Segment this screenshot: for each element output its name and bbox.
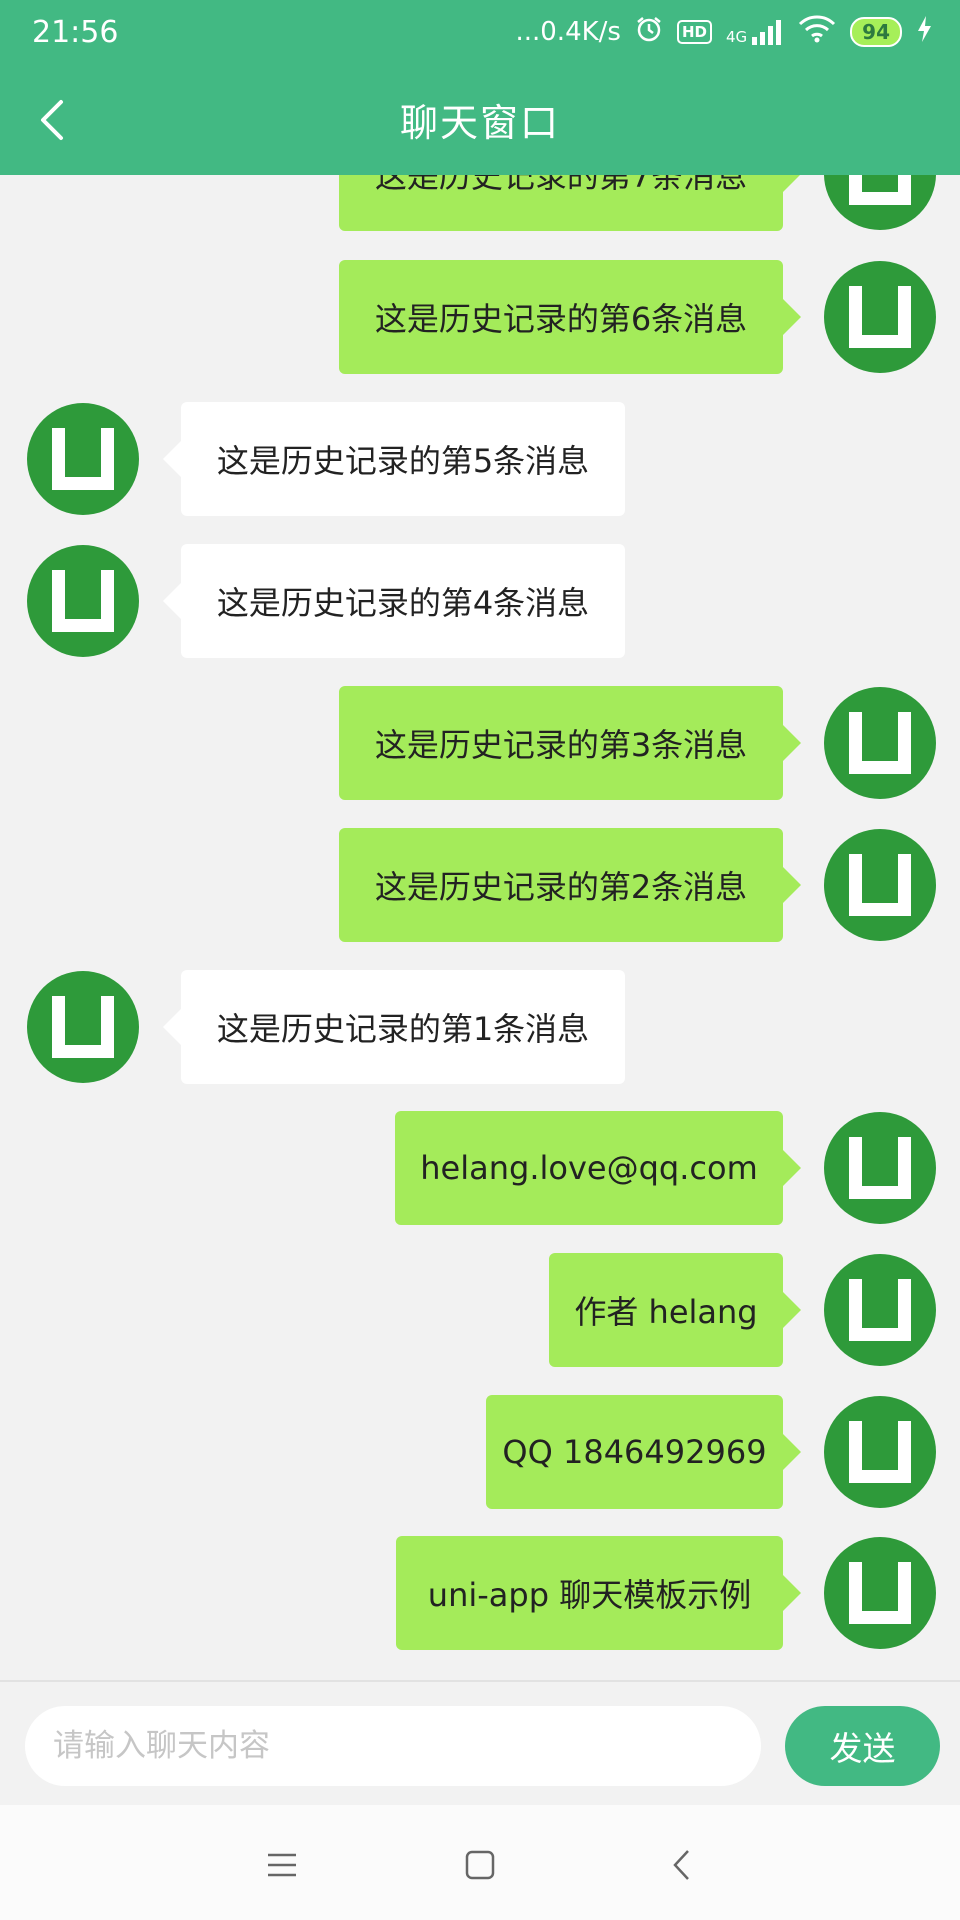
message-bubble[interactable]: 这是历史记录的第1条消息	[163, 970, 625, 1084]
back-nav-icon[interactable]	[652, 1835, 712, 1895]
message-text: 这是历史记录的第4条消息	[216, 584, 590, 622]
message-bubble[interactable]: 这是历史记录的第4条消息	[163, 544, 625, 658]
message-bubble[interactable]: 这是历史记录的第3条消息	[339, 686, 801, 800]
message-text: 这是历史记录的第1条消息	[216, 1010, 590, 1048]
message-list[interactable]: 这是历史记录的第7条消息 这是历史记录的第6条消息 这是历史记录的第5条消息 这…	[0, 175, 960, 1680]
status-bar: 21:56 ...0.4K/s HD 4G 94	[0, 0, 960, 64]
message-input[interactable]	[25, 1706, 761, 1786]
message-row: uni-app 聊天模板示例	[0, 1536, 960, 1650]
battery-indicator: 94	[850, 17, 902, 47]
message-text: 作者 helang	[574, 1293, 758, 1331]
uni-logo-icon	[52, 996, 114, 1058]
input-bar: 发送	[0, 1680, 960, 1805]
signal-label: 4G	[725, 28, 748, 46]
title-bar: 聊天窗口	[0, 64, 960, 175]
uni-logo-icon	[849, 712, 911, 774]
system-nav-bar	[0, 1805, 960, 1920]
message-bubble[interactable]: 这是历史记录的第6条消息	[339, 260, 801, 374]
message-bubble[interactable]: QQ 1846492969	[486, 1395, 801, 1509]
avatar[interactable]	[27, 403, 139, 515]
message-bubble[interactable]: 这是历史记录的第5条消息	[163, 402, 625, 516]
hd-icon: HD	[676, 20, 712, 44]
status-indicators: ...0.4K/s HD 4G 94	[515, 14, 932, 50]
message-text: uni-app 聊天模板示例	[427, 1576, 752, 1614]
uni-logo-icon	[52, 570, 114, 632]
avatar[interactable]	[27, 971, 139, 1083]
uni-logo-icon	[849, 1562, 911, 1624]
message-text: 这是历史记录的第2条消息	[374, 868, 748, 906]
avatar[interactable]	[27, 545, 139, 657]
message-bubble[interactable]: 这是历史记录的第2条消息	[339, 828, 801, 942]
menu-icon[interactable]	[252, 1835, 312, 1895]
uni-logo-icon	[52, 428, 114, 490]
message-bubble[interactable]: uni-app 聊天模板示例	[396, 1536, 801, 1650]
message-row: 这是历史记录的第6条消息	[0, 260, 960, 374]
avatar[interactable]	[824, 175, 936, 230]
message-row: 这是历史记录的第2条消息	[0, 828, 960, 942]
charging-icon	[916, 15, 932, 50]
avatar[interactable]	[824, 1537, 936, 1649]
back-arrow-icon[interactable]	[30, 98, 74, 142]
message-row: 这是历史记录的第3条消息	[0, 686, 960, 800]
uni-logo-icon	[849, 854, 911, 916]
signal-icon: 4G	[726, 19, 784, 45]
message-text: 这是历史记录的第5条消息	[216, 442, 590, 480]
avatar[interactable]	[824, 829, 936, 941]
send-button[interactable]: 发送	[785, 1706, 940, 1786]
uni-logo-icon	[849, 286, 911, 348]
message-text: QQ 1846492969	[502, 1433, 767, 1471]
message-text: 这是历史记录的第6条消息	[374, 300, 748, 338]
app-header: 21:56 ...0.4K/s HD 4G 94 聊天窗口	[0, 0, 960, 175]
avatar[interactable]	[824, 1254, 936, 1366]
avatar[interactable]	[824, 1112, 936, 1224]
message-text: helang.love@qq.com	[420, 1149, 758, 1187]
avatar[interactable]	[824, 261, 936, 373]
message-row: 作者 helang	[0, 1253, 960, 1367]
message-text: 这是历史记录的第7条消息	[374, 175, 748, 195]
message-text: 这是历史记录的第3条消息	[374, 726, 748, 764]
message-bubble[interactable]: 这是历史记录的第7条消息	[339, 175, 801, 231]
message-row: QQ 1846492969	[0, 1395, 960, 1509]
message-row: 这是历史记录的第5条消息	[0, 402, 960, 516]
message-row: helang.love@qq.com	[0, 1111, 960, 1225]
avatar[interactable]	[824, 687, 936, 799]
avatar[interactable]	[824, 1396, 936, 1508]
message-row: 这是历史记录的第1条消息	[0, 970, 960, 1084]
home-icon[interactable]	[450, 1835, 510, 1895]
uni-logo-icon	[849, 1137, 911, 1199]
status-time: 21:56	[32, 14, 119, 50]
send-button-label: 发送	[829, 1729, 896, 1768]
wifi-icon	[798, 14, 836, 50]
page-title: 聊天窗口	[399, 101, 560, 145]
network-speed: ...0.4K/s	[515, 17, 621, 47]
message-bubble[interactable]: 作者 helang	[549, 1253, 801, 1367]
message-bubble[interactable]: helang.love@qq.com	[395, 1111, 801, 1225]
message-row: 这是历史记录的第7条消息	[0, 175, 960, 231]
uni-logo-icon	[849, 1279, 911, 1341]
uni-logo-icon	[849, 1421, 911, 1483]
uni-logo-icon	[849, 175, 911, 205]
alarm-icon	[635, 15, 663, 50]
message-row: 这是历史记录的第4条消息	[0, 544, 960, 658]
